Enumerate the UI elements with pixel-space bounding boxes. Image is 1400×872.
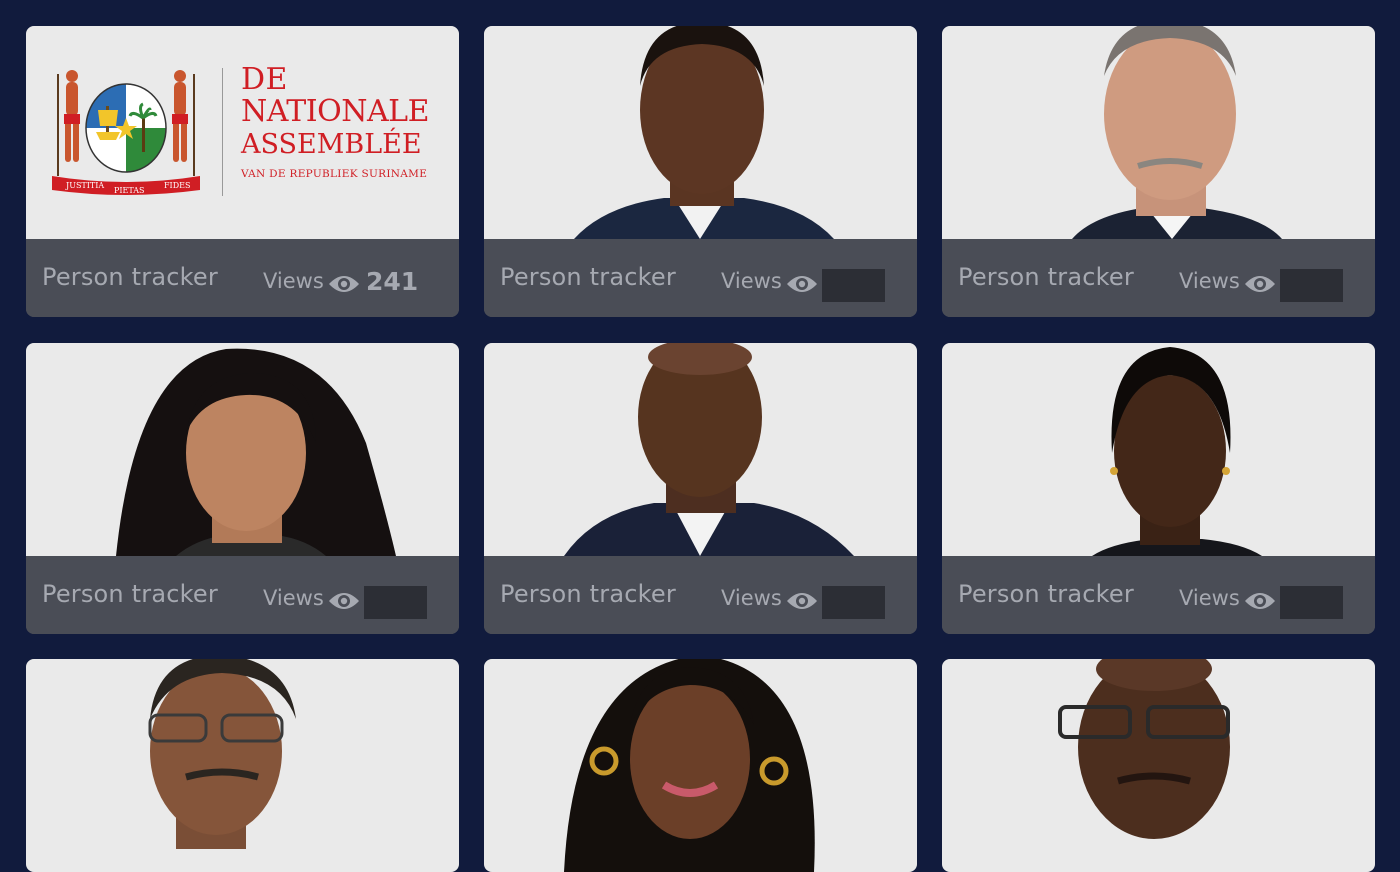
person-card[interactable]: Person tracker Views bbox=[942, 26, 1375, 317]
eye-icon bbox=[787, 593, 817, 609]
card-image-portrait bbox=[26, 343, 459, 556]
eye-icon bbox=[1245, 593, 1275, 609]
portrait-image bbox=[1058, 659, 1230, 839]
person-card[interactable]: Person tracker Views bbox=[942, 343, 1375, 634]
card-title: Person tracker bbox=[958, 580, 1134, 608]
portrait-image bbox=[148, 659, 296, 849]
card-title: Person tracker bbox=[42, 263, 218, 291]
logo-divider bbox=[222, 68, 223, 196]
views-label: Views bbox=[721, 586, 782, 610]
views-label: Views bbox=[263, 269, 324, 293]
eye-icon bbox=[1245, 276, 1275, 292]
person-card[interactable]: Person tracker Views bbox=[484, 343, 917, 634]
portrait-image bbox=[116, 348, 396, 556]
logo-wordmark: DE NATIONALE ASSEMBLÉE VAN DE REPUBLIEK … bbox=[241, 64, 429, 187]
card-image-portrait bbox=[942, 659, 1375, 872]
card-footer: Person tracker Views bbox=[484, 239, 917, 317]
logo-line-3: ASSEMBLÉE bbox=[241, 129, 422, 160]
views-count-redacted bbox=[822, 586, 885, 619]
person-grid: JUSTITIA PIETAS FIDES DE NATIONALE ASSEM… bbox=[0, 0, 1400, 872]
card-image-portrait bbox=[26, 659, 459, 872]
views-label: Views bbox=[1179, 269, 1240, 293]
person-card[interactable]: Person tracker Views bbox=[26, 343, 459, 634]
portrait-image bbox=[564, 343, 854, 556]
person-card[interactable] bbox=[26, 659, 459, 872]
card-image-portrait bbox=[484, 26, 917, 239]
views-count-redacted bbox=[1280, 269, 1343, 302]
portrait-image bbox=[1092, 347, 1262, 556]
coat-of-arms-icon: JUSTITIA PIETAS FIDES bbox=[46, 66, 206, 196]
card-footer: Person tracker Views bbox=[484, 556, 917, 634]
motto-2: PIETAS bbox=[114, 186, 145, 195]
card-footer: Person tracker Views bbox=[942, 239, 1375, 317]
portrait-image bbox=[1072, 26, 1282, 239]
person-card[interactable]: Person tracker Views bbox=[484, 26, 917, 317]
views-count: 241 bbox=[366, 267, 419, 296]
views-count-redacted bbox=[1280, 586, 1343, 619]
eye-icon bbox=[787, 276, 817, 292]
card-image-portrait bbox=[942, 343, 1375, 556]
motto-3: FIDES bbox=[164, 181, 190, 190]
card-image-portrait bbox=[942, 26, 1375, 239]
portrait-image bbox=[574, 26, 834, 239]
card-image-portrait bbox=[484, 659, 917, 872]
views-label: Views bbox=[1179, 586, 1240, 610]
card-title: Person tracker bbox=[958, 263, 1134, 291]
person-card[interactable] bbox=[942, 659, 1375, 872]
card-title: Person tracker bbox=[500, 580, 676, 608]
person-card[interactable] bbox=[484, 659, 917, 872]
card-footer: Person tracker Views bbox=[942, 556, 1375, 634]
logo-line-1: DE bbox=[241, 62, 288, 97]
logo-line-2: NATIONALE bbox=[241, 94, 429, 129]
views-count-redacted bbox=[364, 586, 427, 619]
card-footer: Person tracker Views bbox=[26, 556, 459, 634]
card-title: Person tracker bbox=[500, 263, 676, 291]
eye-icon bbox=[329, 276, 359, 292]
views-label: Views bbox=[263, 586, 324, 610]
card-footer: Person tracker Views 241 bbox=[26, 239, 459, 317]
logo-line-4: VAN DE REPUBLIEK SURINAME bbox=[241, 168, 428, 180]
views-label: Views bbox=[721, 269, 782, 293]
eye-icon bbox=[329, 593, 359, 609]
card-image-logo: JUSTITIA PIETAS FIDES DE NATIONALE ASSEM… bbox=[26, 26, 459, 239]
motto-1: JUSTITIA bbox=[65, 181, 104, 190]
views-count-redacted bbox=[822, 269, 885, 302]
portrait-image bbox=[564, 659, 815, 872]
card-title: Person tracker bbox=[42, 580, 218, 608]
card-image-portrait bbox=[484, 343, 917, 556]
person-card[interactable]: JUSTITIA PIETAS FIDES DE NATIONALE ASSEM… bbox=[26, 26, 459, 317]
